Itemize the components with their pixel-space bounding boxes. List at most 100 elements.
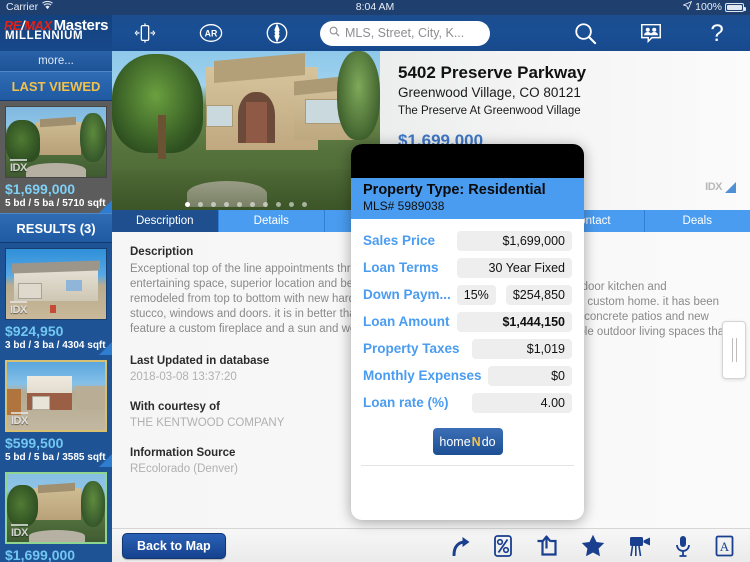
modal-pointer-notch [458, 519, 477, 520]
homendo-post: do [481, 434, 496, 449]
list-item-specs: 3 bd / 3 ba / 4304 sqft [5, 340, 106, 351]
loan-terms-select[interactable]: 30 Year Fixed [457, 257, 572, 278]
field-label: Sales Price [363, 233, 436, 248]
pager-dot[interactable] [276, 202, 281, 207]
status-right: 100% [682, 0, 746, 15]
help-question-icon[interactable]: ? [684, 15, 750, 51]
text-size-icon[interactable]: A [715, 535, 734, 557]
pager-dot[interactable] [250, 202, 255, 207]
top-navigation-bar: RE/MAX Masters MILLENNIUM AR MLS, Street… [0, 15, 750, 51]
selection-corner-icon [99, 342, 112, 355]
mortgage-calculator-modal[interactable]: Property Type: Residential MLS# 5989038 … [351, 144, 584, 520]
idx-logo-icon: IDX [705, 181, 736, 193]
nav-icon-group: AR [112, 15, 310, 51]
percent-calculator-icon[interactable] [494, 534, 512, 557]
bottom-toolbar: Back to Map A [112, 528, 750, 562]
pager-dot[interactable] [263, 202, 268, 207]
export-icon[interactable] [536, 535, 557, 556]
tab-details[interactable]: Details [218, 210, 325, 232]
tab-deals[interactable]: Deals [644, 210, 750, 232]
modal-header: Property Type: Residential MLS# 5989038 [351, 178, 584, 219]
app-logo[interactable]: RE/MAX Masters MILLENNIUM [0, 15, 112, 51]
list-item[interactable]: IDX $1,699,000 5 bd / 5 ba / 5710 sqft [0, 101, 112, 213]
tab-description[interactable]: Description [112, 210, 219, 232]
loan-rate-input[interactable]: 4.00 [472, 392, 572, 413]
idx-watermark-icon: IDX [10, 159, 27, 174]
pager-dot[interactable] [211, 202, 216, 207]
calculator-fields: Sales Price $1,699,000 Loan Terms 30 Yea… [351, 219, 584, 416]
image-pager-dots[interactable] [112, 202, 380, 207]
sales-price-input[interactable]: $1,699,000 [457, 230, 572, 251]
back-to-map-button[interactable]: Back to Map [122, 532, 226, 559]
compass-target-icon[interactable] [244, 15, 310, 51]
sidebar[interactable]: more... LAST VIEWED IDX $1,699,000 5 bd … [0, 51, 112, 562]
panel-drag-handle[interactable] [722, 321, 746, 379]
property-subdivision: The Preserve At Greenwood Village [398, 105, 581, 117]
field-label: Loan Terms [363, 260, 439, 275]
pager-dot[interactable] [185, 202, 190, 207]
field-label: Loan rate (%) [363, 395, 449, 410]
search-icon[interactable] [552, 15, 618, 51]
sidebar-more-button[interactable]: more... [0, 51, 112, 71]
pager-dot[interactable] [224, 202, 229, 207]
resize-screen-icon[interactable] [112, 15, 178, 51]
list-item-price: $924,950 [5, 323, 64, 339]
field-row-property-taxes: Property Taxes $1,019 [363, 335, 572, 362]
favorite-star-icon[interactable] [581, 534, 605, 557]
pager-dot[interactable] [198, 202, 203, 207]
brand-millennium-label: MILLENNIUM [5, 30, 84, 42]
property-thumbnail: IDX [5, 472, 107, 544]
field-row-loan-terms: Loan Terms 30 Year Fixed [363, 254, 572, 281]
microphone-icon[interactable] [675, 535, 691, 557]
svg-text:A: A [720, 539, 730, 554]
modal-top-bar [351, 144, 584, 178]
list-item-price: $1,699,000 [5, 547, 76, 562]
modal-title: Property Type: Residential [363, 182, 546, 198]
modal-divider [361, 465, 574, 466]
description-body-overflow: utdoor kitchen and ve custom home. it ha… [572, 281, 725, 338]
pager-dot[interactable] [237, 202, 242, 207]
property-city-state-zip: Greenwood Village, CO 80121 [398, 85, 581, 100]
nav-right-group: ? [552, 15, 750, 51]
sidebar-last-viewed-header: LAST VIEWED [0, 71, 112, 101]
list-item[interactable]: IDX $1,699,000 5 bd / 5 ba / 5710 sqft [0, 467, 112, 562]
idx-triangle-icon [725, 182, 736, 193]
agents-icon[interactable] [618, 15, 684, 51]
pager-dot[interactable] [302, 202, 307, 207]
share-arrow-icon[interactable] [450, 535, 470, 556]
video-camera-icon[interactable] [629, 535, 651, 557]
list-item[interactable]: IDX $924,950 3 bd / 3 ba / 4304 sqft [0, 243, 112, 355]
field-row-loan-rate: Loan rate (%) 4.00 [363, 389, 572, 416]
field-row-sales-price: Sales Price $1,699,000 [363, 227, 572, 254]
field-label: Property Taxes [363, 341, 460, 356]
svg-text:AR: AR [205, 29, 218, 39]
field-row-loan-amount: Loan Amount $1,444,150 [363, 308, 572, 335]
svg-text:?: ? [710, 20, 723, 46]
property-thumbnail: IDX [5, 106, 107, 178]
homendo-pre: home [439, 434, 471, 449]
page-title: 5402 Preserve Parkway [398, 63, 587, 82]
status-time: 8:04 AM [355, 1, 395, 13]
list-item-price: $599,500 [5, 435, 64, 451]
status-bar: Carrier 8:04 AM 100% [0, 0, 750, 15]
selection-corner-icon [99, 454, 112, 467]
selection-corner-icon [99, 200, 112, 213]
property-taxes-input[interactable]: $1,019 [472, 338, 572, 359]
app-root: Carrier 8:04 AM 100% RE/MAX Masters MILL… [0, 0, 750, 562]
battery-percent: 100% [695, 1, 722, 13]
down-payment-amount-input[interactable]: $254,850 [505, 284, 572, 305]
pager-dot[interactable] [289, 202, 294, 207]
list-item[interactable]: IDX $599,500 5 bd / 5 ba / 3585 sqft [0, 355, 112, 467]
homendo-logo-button[interactable]: home Ndo [432, 428, 503, 455]
down-payment-percent-input[interactable]: 15% [456, 284, 496, 305]
monthly-expenses-input[interactable]: $0 [487, 365, 572, 386]
list-item-specs: 5 bd / 5 ba / 3585 sqft [5, 452, 106, 463]
sidebar-results-header: RESULTS (3) [0, 213, 112, 243]
ar-icon[interactable]: AR [178, 15, 244, 51]
search-icon [329, 24, 340, 42]
property-hero-image[interactable] [112, 51, 380, 210]
list-item-price: $1,699,000 [5, 181, 76, 197]
location-arrow-icon [682, 0, 693, 15]
field-row-monthly-expenses: Monthly Expenses $0 [363, 362, 572, 389]
search-input[interactable]: MLS, Street, City, K... [320, 20, 490, 46]
